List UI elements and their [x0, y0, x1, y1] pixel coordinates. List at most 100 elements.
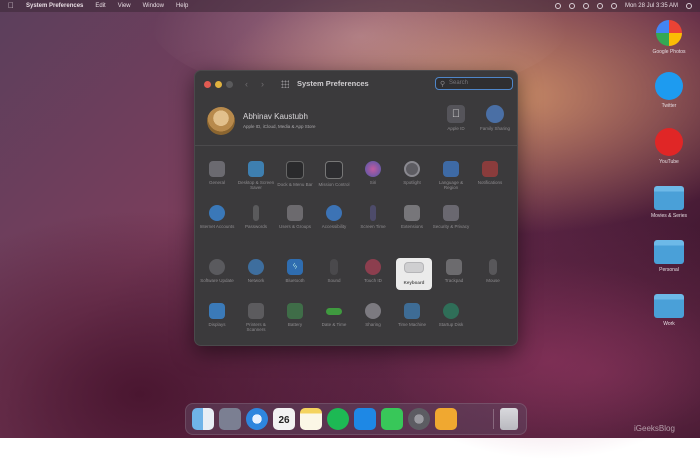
pane-label: Software Update — [200, 278, 234, 283]
wifi-icon[interactable] — [582, 3, 589, 9]
pane-screen-time[interactable]: Screen Time — [354, 205, 392, 229]
menu-app-name[interactable]: System Preferences — [26, 3, 83, 9]
siri-icon — [365, 161, 381, 177]
pane-mission-control[interactable]: Mission Control — [315, 161, 353, 187]
menu-clock[interactable]: Mon 28 Jul 3:35 AM — [625, 3, 678, 9]
pane-battery[interactable]: Battery — [276, 303, 314, 327]
desktop-item-youtube[interactable]: YouTube — [645, 128, 693, 165]
desktop-item-personal[interactable]: Personal — [645, 240, 693, 273]
pane-software-update[interactable]: Software Update — [198, 259, 236, 283]
back-arrow-icon[interactable]: ‹ — [245, 79, 248, 89]
screen-time-icon — [370, 205, 376, 221]
system-preferences-dock-icon[interactable] — [408, 408, 430, 430]
folder-icon — [654, 294, 684, 318]
users-icon — [287, 205, 303, 221]
apple-id-item[interactable]:  Apple ID — [434, 105, 478, 131]
pane-trackpad[interactable]: Trackpad — [435, 259, 473, 283]
launchpad-icon[interactable] — [219, 408, 241, 430]
pane-label: Bluetooth — [285, 278, 305, 283]
spotlight-icon — [404, 161, 420, 177]
pane-label: Touch ID — [364, 278, 382, 283]
pane-label: Displays — [208, 322, 226, 327]
search-field[interactable]: ⚲ Search — [435, 77, 513, 90]
pane-label: Keyboard — [403, 280, 425, 285]
accessibility-icon — [326, 205, 342, 221]
time-machine-icon — [443, 303, 459, 319]
notes-icon[interactable] — [300, 408, 322, 430]
pane-bluetooth[interactable]: ᛃ Bluetooth — [276, 259, 314, 283]
desktop-item-movies-series[interactable]: Movies & Series — [645, 186, 693, 219]
status-icon[interactable] — [554, 3, 561, 9]
control-center-icon[interactable] — [610, 3, 617, 9]
pane-touch-id[interactable]: Touch ID — [354, 259, 392, 283]
window-title: System Preferences — [297, 79, 369, 88]
pane-notifications[interactable]: Notifications — [471, 161, 509, 185]
apple-menu-icon[interactable]:  — [8, 2, 16, 10]
status-icon[interactable] — [568, 3, 575, 9]
pane-spotlight[interactable]: Spotlight — [393, 161, 431, 185]
spotify-icon[interactable] — [327, 408, 349, 430]
pane-mouse[interactable]: Mouse — [474, 259, 512, 283]
forward-arrow-icon[interactable]: › — [261, 79, 264, 89]
apple-id-icon:  — [447, 105, 465, 123]
app-store-icon[interactable] — [354, 408, 376, 430]
folder-icon — [654, 240, 684, 264]
pane-label: Mission Control — [318, 182, 350, 187]
menu-edit[interactable]: Edit — [95, 3, 105, 9]
minimize-button[interactable] — [215, 81, 222, 88]
pane-dock-menu-bar[interactable]: Dock & Menu Bar — [276, 161, 314, 187]
pane-security-privacy[interactable]: Security & Privacy — [432, 205, 470, 229]
sharing-icon — [404, 303, 420, 319]
pane-label: Extensions — [400, 224, 423, 229]
pane-time-machine[interactable]: Time Machine — [393, 303, 431, 327]
messages-icon[interactable] — [381, 408, 403, 430]
pane-siri[interactable]: Siri — [354, 161, 392, 185]
pane-network[interactable]: Network — [237, 259, 275, 283]
desktop-item-work[interactable]: Work — [645, 294, 693, 327]
pane-users-groups[interactable]: Users & Groups — [276, 205, 314, 229]
finder-icon[interactable] — [192, 408, 214, 430]
pane-date-time[interactable]: Date & Time — [315, 303, 353, 327]
pane-general[interactable]: General — [198, 161, 236, 185]
pane-printers-scanners[interactable]: Printers & Scanners — [237, 303, 275, 332]
keyboard-icon — [404, 262, 424, 273]
pane-internet-accounts[interactable]: Internet Accounts — [198, 205, 236, 229]
pane-extensions[interactable]: Extensions — [393, 205, 431, 229]
search-placeholder: Search — [449, 80, 469, 86]
desktop-item-google-photos[interactable]: Google Photos — [645, 20, 693, 55]
show-all-grid-icon[interactable] — [281, 80, 289, 88]
family-sharing-item[interactable]: Family Sharing — [473, 105, 517, 131]
desktop-item-label: Personal — [659, 267, 679, 273]
account-subtitle: Apple ID, iCloud, Media & App Store — [243, 124, 316, 129]
pane-startup-disk[interactable]: Startup Disk — [432, 303, 470, 327]
family-sharing-label: Family Sharing — [479, 126, 510, 131]
menu-help[interactable]: Help — [176, 3, 188, 9]
pane-passwords[interactable]: Passwords — [237, 205, 275, 229]
system-preferences-window: ‹ › System Preferences ⚲ Search Abhinav … — [194, 70, 518, 346]
menu-view[interactable]: View — [118, 3, 131, 9]
zoom-button[interactable] — [226, 81, 233, 88]
pane-label: Security & Privacy — [432, 224, 470, 229]
pane-desktop-screen-saver[interactable]: Desktop & Screen Saver — [237, 161, 275, 190]
dock: 26 — [185, 403, 527, 435]
safari-icon[interactable] — [246, 408, 268, 430]
trash-icon[interactable] — [500, 408, 518, 430]
menu-window[interactable]: Window — [143, 3, 164, 9]
close-button[interactable] — [204, 81, 211, 88]
pane-accessibility[interactable]: Accessibility — [315, 205, 353, 229]
pane-label: Siri — [369, 180, 377, 185]
desktop-item-twitter[interactable]: Twitter — [645, 72, 693, 109]
avatar[interactable] — [207, 107, 235, 135]
pane-label: Internet Accounts — [199, 224, 235, 229]
pane-keyboard[interactable]: Keyboard — [396, 258, 432, 290]
search-icon[interactable] — [596, 3, 603, 9]
pane-language-region[interactable]: Language & Region — [432, 161, 470, 190]
title-bar: ‹ › System Preferences ⚲ Search — [195, 71, 517, 97]
pane-label: Trackpad — [444, 278, 464, 283]
pane-displays[interactable]: Displays — [198, 303, 236, 327]
pane-sound[interactable]: Sound — [315, 259, 353, 283]
siri-icon[interactable] — [686, 3, 692, 9]
sketch-icon[interactable] — [435, 408, 457, 430]
calendar-icon[interactable]: 26 — [273, 408, 295, 430]
pane-sharing[interactable]: Sharing — [354, 303, 392, 327]
